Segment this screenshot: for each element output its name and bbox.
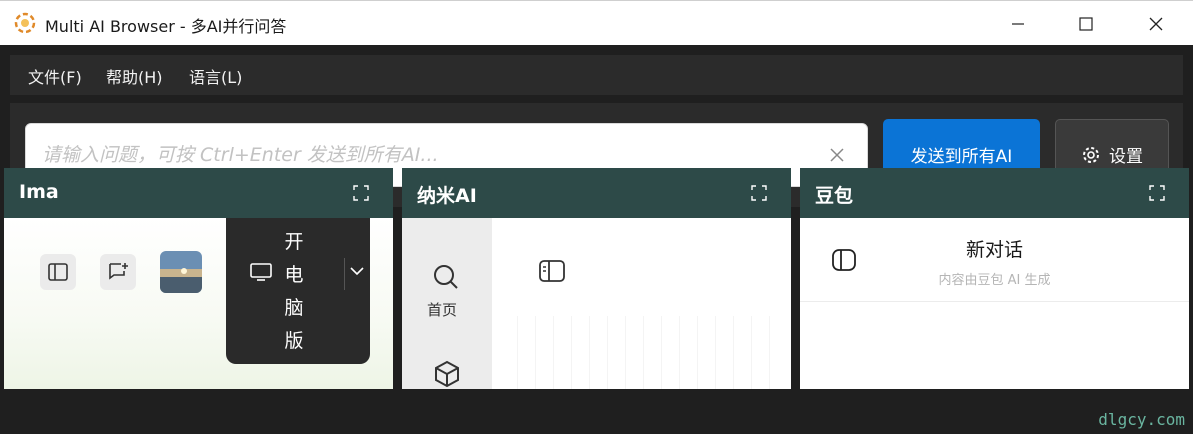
sidebar-item-label: 首页: [427, 301, 458, 319]
title-bar: Multi AI Browser - 多AI并行问答: [0, 0, 1193, 45]
panel-title: 纳米AI: [417, 185, 477, 207]
maximize-button[interactable]: [1051, 1, 1121, 46]
panel-nano-ai: 纳米AI 首页: [402, 168, 791, 389]
clear-icon[interactable]: [827, 145, 847, 165]
panel-content: 新对话 内容由豆包 AI 生成: [800, 218, 1189, 389]
avatar-image: [160, 251, 202, 293]
cube-icon[interactable]: [433, 360, 461, 388]
avatar[interactable]: [160, 251, 202, 293]
expand-icon[interactable]: [353, 185, 369, 201]
gear-icon: [1083, 146, 1099, 163]
close-button[interactable]: [1121, 1, 1191, 46]
maximize-icon: [1079, 16, 1093, 31]
divider: [344, 258, 345, 290]
close-icon: [1149, 17, 1163, 30]
sidebar-toggle-button[interactable]: [40, 254, 76, 290]
sidebar-item-home[interactable]: 首页: [402, 258, 492, 320]
open-desktop-button[interactable]: 开电脑版: [226, 218, 370, 364]
panel-toggle-icon[interactable]: [538, 259, 566, 283]
chat-subtitle: 内容由豆包 AI 生成: [938, 273, 1051, 288]
panel-content: 开电脑版: [4, 218, 393, 389]
panel-header: Ima: [4, 168, 393, 218]
window-title: Multi AI Browser - 多AI并行问答: [45, 17, 287, 36]
expand-icon[interactable]: [1149, 185, 1165, 201]
chat-title: 新对话: [965, 239, 1023, 261]
menu-help[interactable]: 帮助(H): [106, 64, 163, 88]
main-area: [492, 218, 791, 389]
sidebar-icon: [48, 263, 68, 281]
sidebar: 首页: [402, 218, 492, 389]
settings-label: 设置: [1109, 147, 1143, 167]
menu-language[interactable]: 语言(L): [189, 64, 242, 88]
menu-bar: 文件(F) 帮助(H) 语言(L): [10, 55, 1183, 95]
panel-content: 首页: [402, 218, 791, 389]
open-desktop-label: 开电脑版: [284, 231, 304, 352]
panel-doubao: 豆包 新对话 内容由豆包 AI 生成: [800, 168, 1189, 389]
chevron-down-icon[interactable]: [350, 266, 364, 276]
divider: [800, 301, 1189, 302]
app-logo-icon: [14, 12, 36, 34]
menu-file[interactable]: 文件(F): [28, 64, 82, 88]
monitor-icon: [250, 263, 272, 281]
panel-title: Ima: [19, 181, 59, 203]
panel-title: 豆包: [815, 185, 854, 207]
panel-header: 豆包: [800, 168, 1189, 218]
content-placeholder: [517, 316, 772, 389]
new-chat-button[interactable]: [100, 254, 136, 290]
watermark: dlgcy.com: [1098, 410, 1185, 429]
minimize-button[interactable]: [983, 1, 1053, 46]
panel-ima: Ima 开电脑版: [4, 168, 393, 389]
minimize-icon: [1012, 22, 1024, 25]
search-icon: [434, 265, 458, 289]
expand-icon[interactable]: [751, 185, 767, 201]
panel-header: 纳米AI: [402, 168, 791, 218]
new-chat-icon: [109, 263, 128, 280]
